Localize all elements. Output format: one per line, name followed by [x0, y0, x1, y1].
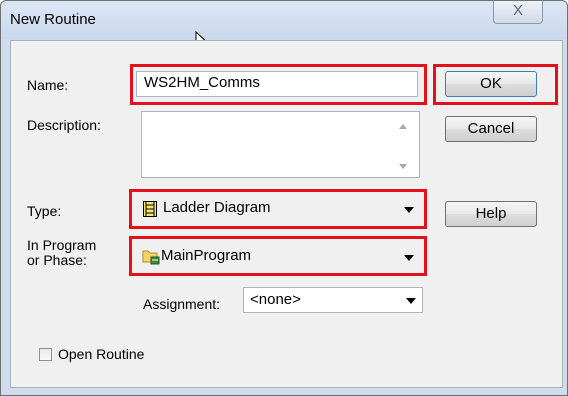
scroll-up-arrow-icon[interactable]	[399, 124, 407, 129]
open-routine-checkbox[interactable]	[39, 348, 52, 361]
open-routine-label[interactable]: Open Routine	[58, 346, 144, 363]
dialog-title: New Routine	[10, 11, 96, 28]
description-label: Description:	[27, 117, 101, 133]
ok-highlight	[433, 64, 558, 105]
type-highlight	[129, 189, 427, 229]
cancel-button[interactable]: Cancel	[445, 116, 537, 142]
new-routine-dialog: New Routine X Name: WS2HM_Comms OK Descr…	[0, 0, 568, 396]
description-textarea[interactable]	[141, 111, 420, 178]
name-highlight	[130, 64, 427, 105]
scroll-down-arrow-icon[interactable]	[399, 164, 407, 169]
dialog-body: Name: WS2HM_Comms OK Description: Cancel…	[10, 40, 563, 388]
name-label: Name:	[27, 77, 69, 93]
program-highlight	[129, 236, 427, 276]
assignment-value: <none>	[250, 291, 301, 308]
type-label: Type:	[27, 203, 62, 219]
title-bar[interactable]: New Routine X	[1, 1, 567, 39]
help-button[interactable]: Help	[445, 201, 537, 227]
close-icon: X	[512, 2, 523, 19]
chevron-down-icon[interactable]	[406, 298, 416, 304]
close-button[interactable]: X	[493, 1, 543, 24]
program-label-line2: or Phase:	[27, 252, 87, 268]
assignment-label: Assignment:	[143, 296, 221, 312]
assignment-select[interactable]: <none>	[243, 287, 423, 313]
